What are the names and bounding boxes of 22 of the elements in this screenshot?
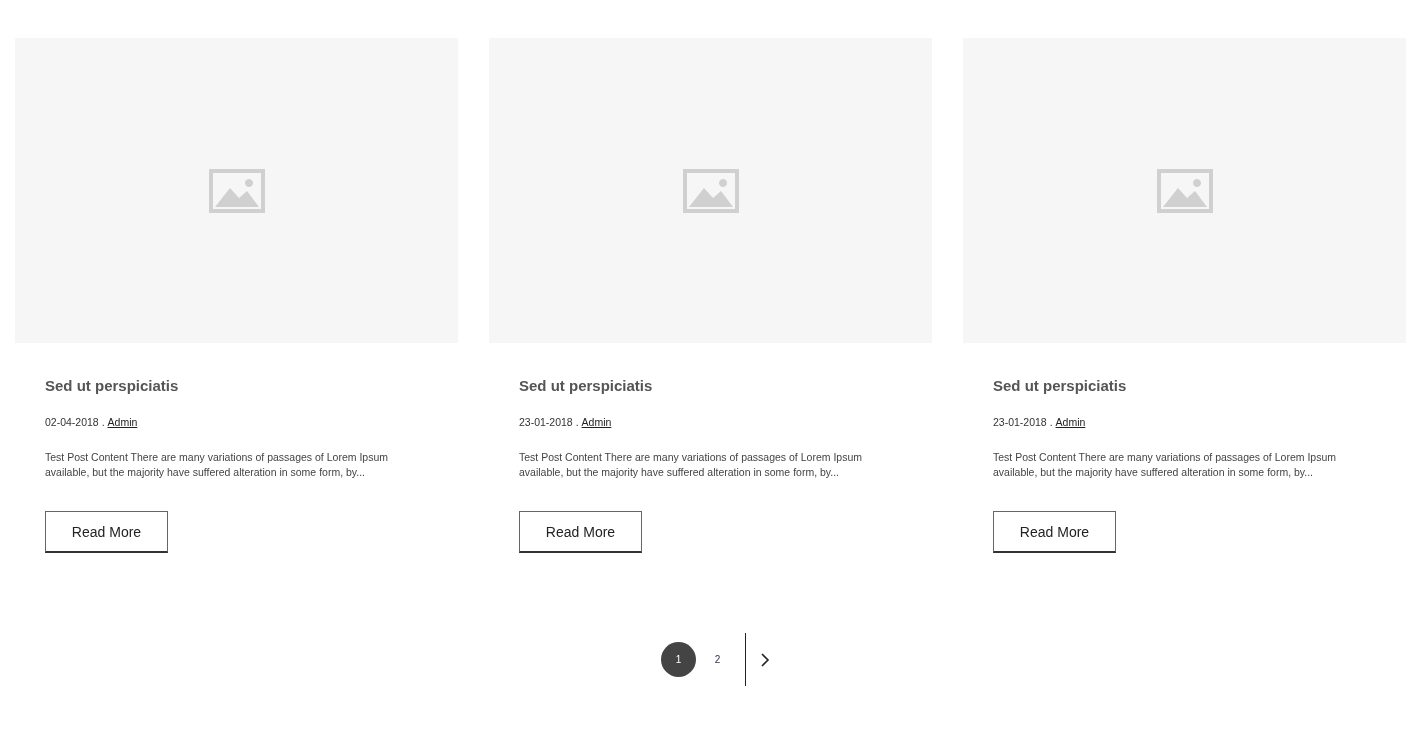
post-title: Sed ut perspiciatis [45, 376, 179, 396]
read-more-button[interactable]: Read More [993, 511, 1116, 553]
post-excerpt: Test Post Content There are many variations of passages of Lorem Ipsum available, but the majority have suffered alteration in some form, by... [45, 450, 389, 480]
author-link[interactable]: Admin [1055, 415, 1086, 429]
author-link[interactable]: Admin [581, 415, 612, 429]
post-date: 23-01-2018 . [519, 415, 579, 429]
post-excerpt: Test Post Content There are many variations of passages of Lorem Ipsum available, but the majority have suffered alteration in some form, by... [993, 450, 1337, 480]
author-link[interactable]: Admin [107, 415, 138, 429]
post-excerpt: Test Post Content There are many variations of passages of Lorem Ipsum available, but the majority have suffered alteration in some form, by... [519, 450, 863, 480]
post-date: 23-01-2018 . [993, 415, 1053, 429]
chevron-right-icon [760, 652, 770, 667]
page-link[interactable]: 2 [700, 642, 735, 677]
read-more-button[interactable]: Read More [45, 511, 168, 553]
page-link[interactable]: 1 [661, 642, 696, 677]
image-icon [208, 168, 265, 213]
post-date: 02-04-2018 . [45, 415, 105, 429]
image-icon [1156, 168, 1213, 213]
post-title: Sed ut perspiciatis [993, 376, 1127, 396]
post-title: Sed ut perspiciatis [519, 376, 653, 396]
next-page-button[interactable] [760, 652, 770, 667]
image-icon [682, 168, 739, 213]
read-more-button[interactable]: Read More [519, 511, 642, 553]
